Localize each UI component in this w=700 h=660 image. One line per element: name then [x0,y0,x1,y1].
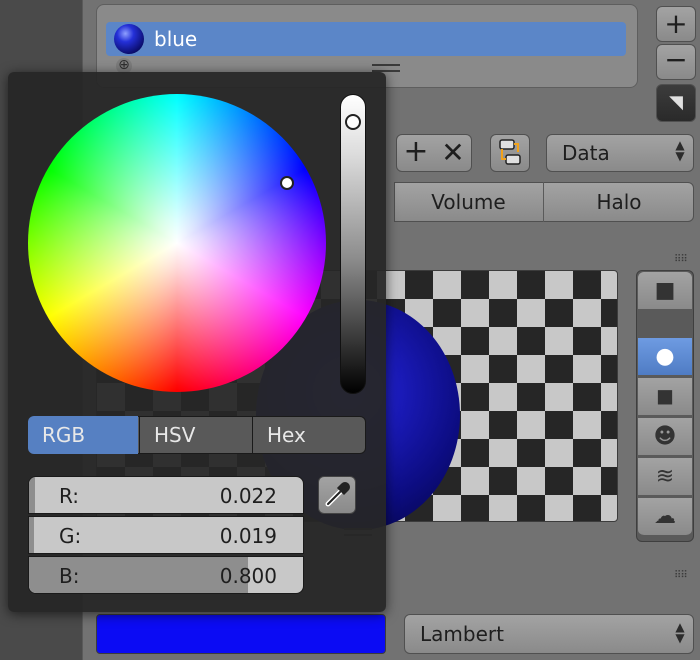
preview-flat-button[interactable]: ■ [638,272,692,310]
node-link-icon [499,139,521,165]
preview-hair-button[interactable]: ≋ [638,458,692,496]
tab-halo[interactable]: Halo [544,182,694,222]
tab-rgb[interactable]: RGB [28,416,138,454]
updown-arrows-icon: ▲ ▼ [675,620,685,645]
sphere-icon: ● [655,344,675,369]
red-channel-fill [29,477,36,513]
red-channel-value: 0.022 [219,484,277,508]
diffuse-color-swatch[interactable] [96,614,386,654]
updown-arrows-icon: ▲ ▼ [675,138,685,163]
blue-channel-label: B: [59,564,80,588]
hair-icon: ≋ [655,464,675,489]
preview-cube-button[interactable]: ◼ [638,378,692,416]
value-slider-handle[interactable] [345,114,361,130]
blue-channel-value: 0.800 [219,564,277,588]
plus-icon: + [403,134,429,169]
material-slot-label: blue [154,27,198,51]
list-resize-grip[interactable] [372,64,400,72]
down-arrow-menu-icon: ◥ [669,92,683,113]
panel-drag-handle[interactable]: ⠿⠿ [674,570,688,581]
tab-hex[interactable]: Hex [252,416,366,454]
green-channel-label: G: [59,524,82,548]
sky-icon: ☁ [654,504,676,529]
green-channel-slider[interactable]: G: 0.019 [28,516,304,554]
wheel-cursor[interactable] [280,176,294,190]
monkey-icon: ☻ [653,424,677,449]
green-channel-value: 0.019 [219,524,277,548]
flat-icon: ■ [654,278,676,303]
slot-specials-menu-button[interactable]: ◥ [656,84,696,122]
eyedropper-icon [325,482,350,507]
red-channel-slider[interactable]: R: 0.022 [28,476,304,514]
minus-icon: − [664,43,688,76]
diffuse-shader-value: Lambert [420,622,504,646]
blue-channel-slider[interactable]: B: 0.800 [28,556,304,594]
x-icon: ✕ [441,136,465,169]
eyedropper-button[interactable] [318,476,356,514]
remove-slot-button[interactable]: − [656,44,696,80]
hue-saturation-wheel[interactable] [28,94,326,392]
green-channel-fill [29,517,35,553]
panel-drag-handle[interactable]: ⠿⠿ [674,254,688,265]
tab-volume[interactable]: Volume [394,182,544,222]
preview-sphere-button[interactable]: ● [638,338,692,376]
preview-monkey-button[interactable]: ☻ [638,418,692,456]
preview-sky-button[interactable]: ☁ [638,498,692,536]
material-sphere-icon [114,24,144,54]
red-channel-label: R: [59,484,80,508]
cube-icon: ◼ [655,384,675,409]
tab-hsv[interactable]: HSV [139,416,251,454]
unlink-material-button[interactable]: ✕ [434,134,472,172]
link-dropdown-value: Data [562,141,610,165]
plus-icon: + [664,7,688,40]
value-slider[interactable] [340,94,366,394]
new-material-button[interactable]: + [398,134,434,172]
add-slot-button[interactable]: + [656,6,696,42]
